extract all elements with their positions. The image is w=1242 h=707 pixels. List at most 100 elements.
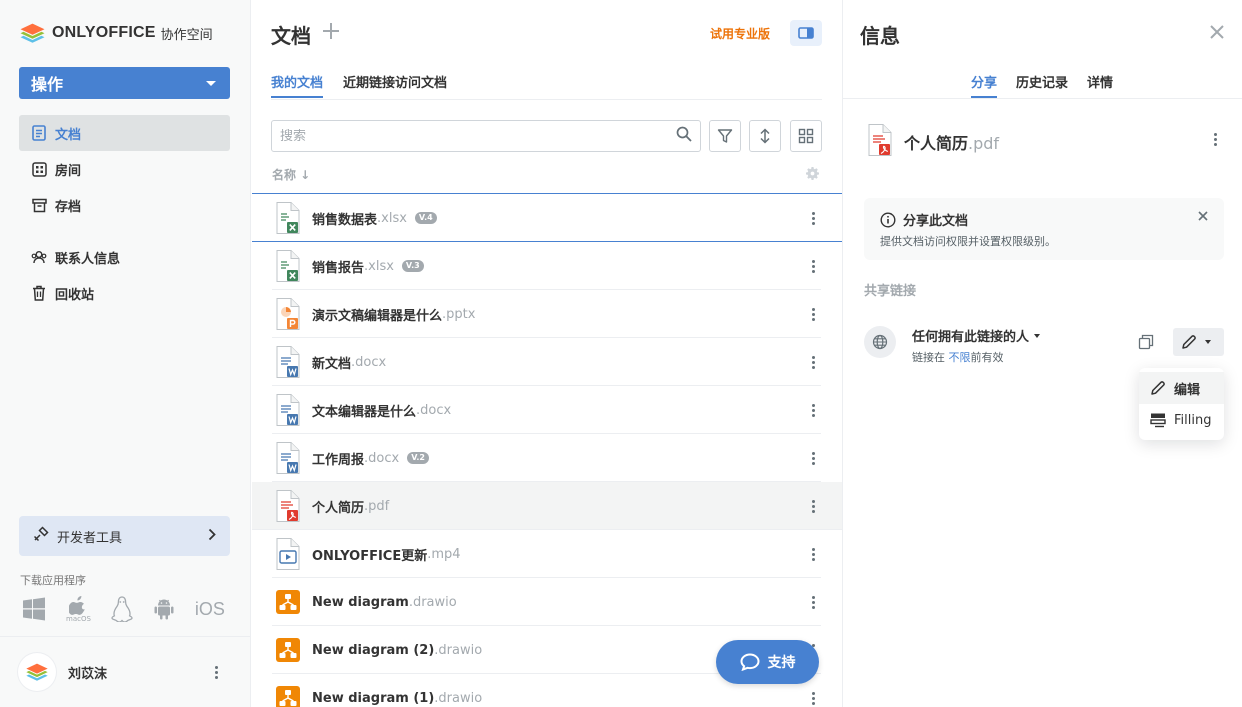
version-badge[interactable]: V.4 — [414, 212, 437, 224]
tab-my-documents[interactable]: 我的文档 — [271, 72, 324, 98]
developer-tools-button[interactable]: 开发者工具 — [19, 516, 230, 556]
caret-down-icon — [206, 80, 216, 86]
filter-button[interactable] — [709, 120, 741, 152]
sidebar-item-label: 房间 — [55, 163, 82, 179]
file-name[interactable]: New diagram (1) .drawio — [312, 691, 482, 706]
more-options-icon[interactable] — [803, 448, 823, 468]
sidebar-item-documents[interactable]: 文档 — [19, 115, 230, 151]
file-extension: .mp4 — [427, 546, 461, 562]
file-extension: .xlsx — [377, 210, 407, 226]
caret-down-icon — [1034, 333, 1041, 338]
macos-icon[interactable]: macOS — [66, 595, 91, 623]
onlyoffice-logo-icon — [20, 23, 45, 43]
file-name[interactable]: 工作周报 .docx V.2 — [312, 449, 429, 468]
grid-view-icon — [798, 128, 814, 144]
sidebar: ONLYOFFICE 协作空间 操作 文档 房间 存档 联系人信息 回收站 开发… — [0, 0, 251, 707]
link-valid-suffix: 前有效 — [970, 351, 1004, 364]
file-row[interactable]: New diagram .drawio — [252, 578, 842, 626]
file-name[interactable]: 演示文稿编辑器是什么 .pptx — [312, 305, 475, 324]
view-toggle-button[interactable] — [790, 120, 822, 152]
file-basename: 销售报告 — [312, 260, 365, 276]
sidebar-item-trash[interactable]: 回收站 — [19, 275, 230, 311]
brand-subtitle: 协作空间 — [160, 27, 213, 43]
file-row[interactable]: 销售报告 .xlsx V.3 — [252, 242, 842, 290]
file-name[interactable]: 文本编辑器是什么 .docx — [312, 401, 451, 420]
more-options-icon[interactable] — [803, 256, 823, 276]
support-button[interactable]: 支持 — [716, 640, 819, 684]
search-input[interactable] — [280, 128, 676, 144]
file-row[interactable]: 演示文稿编辑器是什么 .pptx — [252, 290, 842, 338]
more-options-icon[interactable] — [803, 592, 823, 612]
tab-details[interactable]: 详情 — [1087, 72, 1113, 98]
sidebar-item-contacts[interactable]: 联系人信息 — [19, 239, 230, 275]
permission-option-edit[interactable]: 编辑 — [1139, 372, 1224, 404]
info-tabs-divider — [843, 98, 1242, 99]
file-name[interactable]: 销售数据表 .xlsx V.4 — [312, 209, 437, 228]
android-icon[interactable] — [153, 597, 175, 621]
close-icon[interactable] — [1209, 24, 1227, 42]
file-extension: .pptx — [442, 306, 476, 322]
drawio-file-icon — [276, 634, 300, 666]
tabs-divider — [271, 99, 822, 100]
file-name[interactable]: 个人简历 .pdf — [312, 497, 389, 516]
more-options-icon[interactable] — [803, 208, 823, 228]
file-name[interactable]: New diagram (2) .drawio — [312, 643, 482, 658]
sort-button[interactable] — [749, 120, 781, 152]
file-extension: .docx — [351, 354, 387, 370]
windows-icon[interactable] — [22, 597, 46, 621]
file-name[interactable]: ONLYOFFICE更新 .mp4 — [312, 545, 461, 564]
plus-icon[interactable] — [322, 22, 342, 42]
file-basename: 工作周报 — [312, 452, 365, 468]
xlsx-file-icon — [276, 202, 300, 234]
nav-primary: 文档 房间 存档 — [19, 115, 230, 223]
actions-button[interactable]: 操作 — [19, 67, 230, 99]
info-file-header: 个人简历.pdf — [868, 124, 999, 160]
file-name[interactable]: 销售报告 .xlsx V.3 — [312, 257, 424, 276]
more-options-icon[interactable] — [803, 304, 823, 324]
version-badge[interactable]: V.2 — [407, 452, 429, 464]
file-row[interactable]: 个人简历 .pdf — [252, 482, 842, 530]
info-panel-toggle-button[interactable] — [790, 20, 822, 46]
file-row[interactable]: 文本编辑器是什么 .docx — [252, 386, 842, 434]
file-row[interactable]: 工作周报 .docx V.2 — [252, 434, 842, 482]
share-notice: 分享此文档 提供文档访问权限并设置权限级别。 — [864, 198, 1224, 260]
sidebar-item-archive[interactable]: 存档 — [19, 187, 230, 223]
file-row[interactable]: 销售数据表 .xlsx V.4 — [252, 194, 842, 242]
permission-option-filling[interactable]: Filling — [1139, 404, 1224, 436]
version-badge[interactable]: V.3 — [401, 260, 424, 272]
more-options-icon[interactable] — [803, 400, 823, 420]
file-extension: .docx — [364, 450, 400, 466]
linux-icon[interactable] — [111, 596, 133, 622]
link-valid-duration[interactable]: 不限 — [949, 351, 971, 364]
ios-icon[interactable]: iOS — [195, 599, 225, 620]
avatar[interactable] — [18, 653, 56, 691]
gear-icon[interactable] — [806, 167, 819, 184]
file-name[interactable]: New diagram .drawio — [312, 595, 457, 610]
file-more-icon[interactable] — [1205, 129, 1225, 149]
close-icon[interactable] — [1198, 210, 1208, 225]
user-menu-icon[interactable] — [206, 662, 226, 682]
column-header-name[interactable]: 名称 ↓ — [272, 166, 310, 183]
tab-share[interactable]: 分享 — [971, 72, 998, 98]
permission-dropdown[interactable] — [1173, 328, 1224, 356]
more-options-icon[interactable] — [803, 688, 823, 707]
more-options-icon[interactable] — [803, 496, 823, 516]
file-row[interactable]: ONLYOFFICE更新 .mp4 — [252, 530, 842, 578]
more-options-icon[interactable] — [803, 352, 823, 372]
link-access-dropdown[interactable]: 任何拥有此链接的人 — [912, 326, 1041, 345]
file-row[interactable]: 新文档 .docx — [252, 338, 842, 386]
brand-name: ONLYOFFICE — [52, 24, 156, 41]
file-name[interactable]: 新文档 .docx — [312, 353, 386, 372]
docx-file-icon — [276, 346, 300, 378]
sidebar-item-rooms[interactable]: 房间 — [19, 151, 230, 187]
copy-icon[interactable] — [1138, 334, 1154, 354]
search-icon[interactable] — [676, 126, 692, 146]
brand-logo[interactable]: ONLYOFFICE 协作空间 — [19, 20, 213, 46]
tab-history[interactable]: 历史记录 — [1016, 72, 1068, 98]
more-options-icon[interactable] — [803, 544, 823, 564]
share-link-row: 任何拥有此链接的人 链接在 不限前有效 — [864, 324, 1224, 364]
trial-pro-link[interactable]: 试用专业版 — [710, 25, 770, 42]
archive-icon — [31, 197, 47, 213]
developer-tools-icon — [33, 526, 49, 546]
tab-recent-link-documents[interactable]: 近期链接访问文档 — [343, 72, 447, 98]
